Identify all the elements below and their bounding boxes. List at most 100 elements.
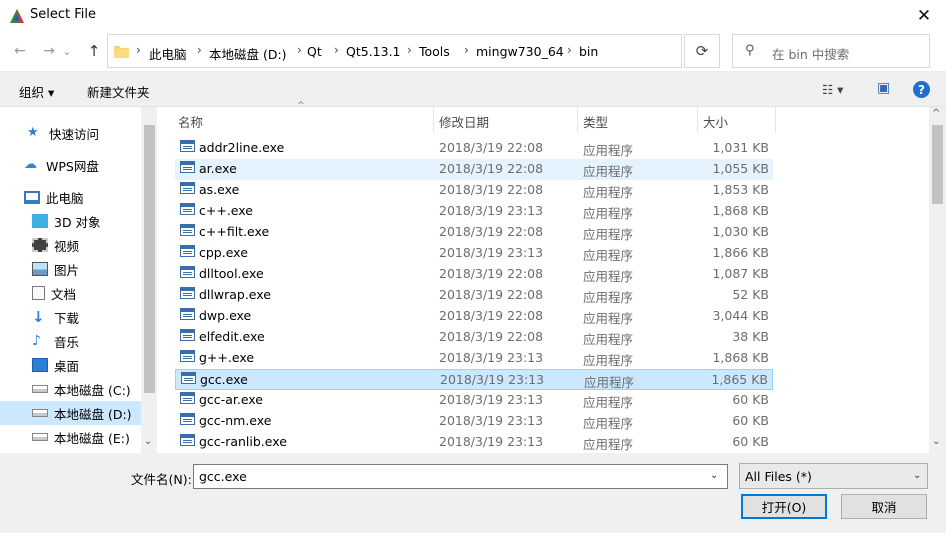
- file-list-scrollbar-thumb[interactable]: [932, 125, 943, 204]
- file-size: 52 KB: [732, 287, 769, 302]
- sidebar-item-3d-objects[interactable]: 3D 对象: [32, 209, 101, 233]
- breadcrumb-item[interactable]: Qt: [307, 44, 322, 59]
- file-row[interactable]: ar.exe 2018/3/19 22:08 应用程序 1,055 KB: [175, 159, 773, 180]
- help-icon[interactable]: ?: [913, 81, 930, 98]
- application-icon: [180, 308, 195, 320]
- application-icon: [180, 224, 195, 236]
- sidebar-item-this-pc[interactable]: 此电脑: [24, 185, 84, 209]
- view-options-button[interactable]: ☷ ▾: [822, 82, 843, 97]
- cancel-button[interactable]: 取消: [841, 494, 927, 519]
- column-header-name[interactable]: 名称: [178, 112, 203, 131]
- close-button[interactable]: ✕: [902, 0, 946, 31]
- organize-button[interactable]: 组织 ▾: [19, 82, 54, 101]
- file-type: 应用程序: [583, 353, 634, 368]
- sidebar-item-drive-d[interactable]: 本地磁盘 (D:): [0, 401, 141, 425]
- file-row[interactable]: c++filt.exe 2018/3/19 22:08 应用程序 1,030 KB: [175, 222, 773, 243]
- picture-icon: [32, 262, 48, 276]
- file-row[interactable]: dwp.exe 2018/3/19 22:08 应用程序 3,044 KB: [175, 306, 773, 327]
- application-icon: [180, 287, 195, 299]
- sidebar-item-videos[interactable]: 视频: [32, 233, 79, 257]
- file-size: 1,866 KB: [712, 245, 769, 260]
- file-date: 2018/3/19 22:08: [439, 266, 544, 281]
- sidebar-item-quick-access[interactable]: ★ 快速访问: [27, 121, 99, 145]
- new-folder-button[interactable]: 新建文件夹: [87, 82, 150, 101]
- application-icon: [180, 161, 195, 173]
- breadcrumb-separator: ›: [567, 43, 572, 57]
- file-row[interactable]: addr2line.exe 2018/3/19 22:08 应用程序 1,031 KB: [175, 138, 773, 159]
- back-button[interactable]: ←: [9, 40, 31, 62]
- file-name: dlltool.exe: [199, 266, 264, 281]
- star-icon: ★: [27, 125, 39, 140]
- file-date: 2018/3/19 23:13: [439, 392, 544, 407]
- breadcrumb-item[interactable]: Tools: [419, 44, 450, 59]
- address-bar[interactable]: › 此电脑 › 本地磁盘 (D:) › Qt › Qt5.13.1 › Tool…: [107, 34, 682, 68]
- file-row[interactable]: c++.exe 2018/3/19 23:13 应用程序 1,868 KB: [175, 201, 773, 222]
- file-row[interactable]: dllwrap.exe 2018/3/19 22:08 应用程序 52 KB: [175, 285, 773, 306]
- sidebar-item-drive-e[interactable]: 本地磁盘 (E:): [32, 425, 130, 449]
- column-header-type[interactable]: 类型: [583, 112, 608, 131]
- column-divider[interactable]: [577, 107, 578, 133]
- file-size: 1,868 KB: [712, 350, 769, 365]
- application-icon: [180, 266, 195, 278]
- preview-pane-button[interactable]: ▣: [877, 80, 890, 96]
- sidebar-scrollbar-thumb[interactable]: [144, 125, 155, 393]
- breadcrumb-item[interactable]: bin: [579, 44, 598, 59]
- file-date: 2018/3/19 22:08: [439, 287, 544, 302]
- chevron-down-icon[interactable]: ⌄: [710, 470, 718, 481]
- file-date: 2018/3/19 23:13: [439, 203, 544, 218]
- breadcrumb-item[interactable]: Qt5.13.1: [346, 44, 401, 59]
- file-type: 应用程序: [583, 290, 634, 305]
- up-button[interactable]: ↑: [83, 40, 105, 62]
- file-row[interactable]: gcc-nm.exe 2018/3/19 23:13 应用程序 60 KB: [175, 411, 773, 432]
- scroll-down-arrow-icon[interactable]: ⌄: [932, 436, 940, 447]
- sidebar-item-wps-cloud[interactable]: ☁ WPS网盘: [24, 153, 99, 177]
- sidebar-item-documents[interactable]: 文档: [32, 281, 76, 305]
- breadcrumb-separator: ›: [197, 43, 202, 57]
- scroll-down-arrow-icon[interactable]: ⌄: [144, 436, 152, 447]
- column-divider[interactable]: [775, 107, 776, 133]
- drive-icon: [32, 433, 48, 441]
- file-type: 应用程序: [583, 248, 634, 263]
- sidebar-item-music[interactable]: ♪ 音乐: [32, 329, 79, 353]
- file-size: 1,055 KB: [712, 161, 769, 176]
- file-row[interactable]: elfedit.exe 2018/3/19 22:08 应用程序 38 KB: [175, 327, 773, 348]
- column-header-date[interactable]: 修改日期: [439, 112, 489, 131]
- file-type: 应用程序: [583, 164, 634, 179]
- open-button[interactable]: 打开(O): [741, 494, 827, 519]
- file-size: 1,865 KB: [711, 372, 768, 387]
- breadcrumb-item[interactable]: mingw730_64: [476, 44, 564, 59]
- refresh-button[interactable]: ⟳: [684, 34, 720, 68]
- file-date: 2018/3/19 23:13: [439, 350, 544, 365]
- file-row[interactable]: cpp.exe 2018/3/19 23:13 应用程序 1,866 KB: [175, 243, 773, 264]
- sort-ascending-icon: ^: [297, 101, 305, 111]
- column-header-size[interactable]: 大小: [703, 112, 728, 131]
- forward-button[interactable]: →: [38, 40, 60, 62]
- column-divider[interactable]: [697, 107, 698, 133]
- breadcrumb-item[interactable]: 此电脑: [149, 44, 187, 63]
- sidebar-item-drive-c[interactable]: 本地磁盘 (C:): [32, 377, 131, 401]
- sidebar-item-desktop[interactable]: 桌面: [32, 353, 79, 377]
- file-row[interactable]: as.exe 2018/3/19 22:08 应用程序 1,853 KB: [175, 180, 773, 201]
- file-row[interactable]: gcc.exe 2018/3/19 23:13 应用程序 1,865 KB: [175, 369, 773, 390]
- search-input[interactable]: ⚲ 在 bin 中搜索: [732, 34, 930, 68]
- breadcrumb-item[interactable]: 本地磁盘 (D:): [209, 44, 287, 63]
- file-row[interactable]: gcc-ar.exe 2018/3/19 23:13 应用程序 60 KB: [175, 390, 773, 411]
- sidebar-item-downloads[interactable]: ↓ 下载: [32, 305, 79, 329]
- file-row[interactable]: dlltool.exe 2018/3/19 22:08 应用程序 1,087 KB: [175, 264, 773, 285]
- sidebar-item-pictures[interactable]: 图片: [32, 257, 79, 281]
- scroll-up-arrow-icon[interactable]: ^: [932, 108, 940, 119]
- file-type: 应用程序: [583, 185, 634, 200]
- file-type-select[interactable]: All Files (*): [739, 463, 928, 489]
- application-icon: [180, 182, 195, 194]
- file-row[interactable]: gcc-ranlib.exe 2018/3/19 23:13 应用程序 60 KB: [175, 432, 773, 453]
- chevron-down-icon[interactable]: ⌄: [913, 470, 921, 481]
- file-size: 60 KB: [732, 413, 769, 428]
- recent-locations-dropdown[interactable]: ⌄: [60, 40, 74, 62]
- column-divider[interactable]: [433, 107, 434, 133]
- file-row[interactable]: g++.exe 2018/3/19 23:13 应用程序 1,868 KB: [175, 348, 773, 369]
- cloud-icon: ☁: [24, 157, 37, 172]
- file-type: 应用程序: [583, 269, 634, 284]
- file-date: 2018/3/19 22:08: [439, 308, 544, 323]
- file-type: 应用程序: [583, 227, 634, 242]
- filename-input[interactable]: gcc.exe: [193, 464, 728, 489]
